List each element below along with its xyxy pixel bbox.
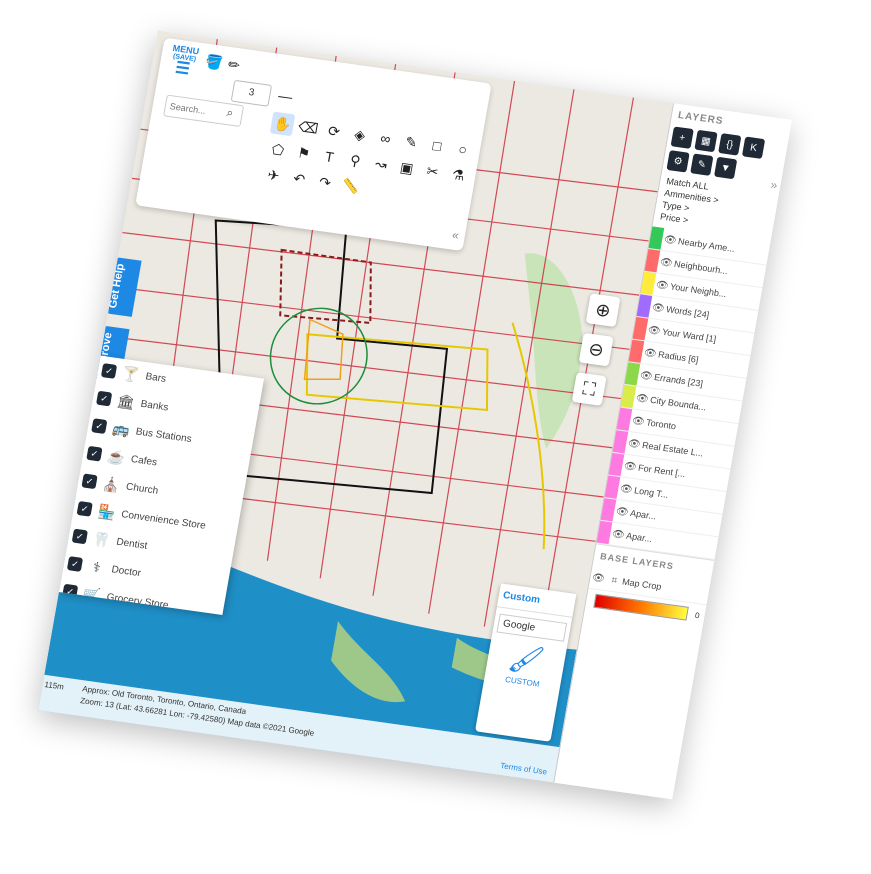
route-icon[interactable]: ↝ xyxy=(368,152,394,177)
zoom-in-icon[interactable]: ⊕ xyxy=(585,293,621,328)
scale-label: 115m xyxy=(43,679,65,692)
ruler-icon[interactable]: 📏 xyxy=(338,174,364,199)
amenity-label: Bars xyxy=(144,370,167,385)
checkbox-icon[interactable]: ✓ xyxy=(91,418,108,435)
text-icon[interactable]: T xyxy=(317,144,343,169)
pen-icon[interactable]: ✎ xyxy=(399,130,425,155)
amenity-label: Cafes xyxy=(130,453,158,468)
checkbox-icon[interactable]: ✓ xyxy=(81,473,98,490)
hand-icon[interactable]: ✋ xyxy=(269,111,296,137)
checkbox-icon[interactable]: ✓ xyxy=(71,528,88,545)
church-icon: ⛪ xyxy=(101,474,122,493)
refresh-icon[interactable]: ⟳ xyxy=(321,119,347,144)
checkbox-icon[interactable]: ✓ xyxy=(66,556,84,572)
marker-icon[interactable]: ⚲ xyxy=(343,148,369,173)
terms-link[interactable]: Terms of Use xyxy=(499,760,548,778)
amenity-label: Doctor xyxy=(110,563,142,579)
tooth-icon: 🦷 xyxy=(91,529,112,549)
gear-icon[interactable]: ⚙ xyxy=(666,150,690,173)
circle-icon[interactable]: ○ xyxy=(450,137,476,162)
polygon-icon[interactable]: ⬠ xyxy=(265,137,291,162)
square-icon[interactable]: □ xyxy=(424,133,450,158)
fill-icon[interactable]: ◈ xyxy=(347,122,373,147)
bus-icon: 🚌 xyxy=(111,419,132,438)
amenity-label: Banks xyxy=(139,398,170,413)
scissors-icon[interactable]: ✂ xyxy=(420,159,446,184)
checkbox-icon[interactable]: ✓ xyxy=(100,363,118,379)
zoom-text: Zoom: 13 xyxy=(79,696,115,710)
cafe-icon: ☕ xyxy=(106,447,127,466)
app-window: MENU (SAVE) ☰ 🪣 ✏ 3 ― ⌕ ✋ ⌫ ⟳ ◈ ∞ ✎ □ ○ … xyxy=(38,30,792,800)
tool-grid: ✋ ⌫ ⟳ ◈ ∞ ✎ □ ○ ⬠ ⚑ T ⚲ ↝ ▣ ✂ ⚗ ✈ ↶ ↷ 📏 xyxy=(261,111,482,214)
checkbox-icon[interactable]: ✓ xyxy=(95,390,113,407)
basemap-select[interactable]: Google xyxy=(496,613,568,642)
amenity-label: Bus Stations xyxy=(134,425,193,445)
bar-icon: 🍸 xyxy=(120,364,141,383)
line-style-select[interactable]: ― xyxy=(273,84,299,109)
undo-icon[interactable]: ↶ xyxy=(286,166,312,191)
eraser-icon[interactable]: ⌫ xyxy=(295,115,321,140)
zoom-out-icon[interactable]: ⊖ xyxy=(578,332,614,367)
doctor-icon: ⚕ xyxy=(91,558,102,575)
flag-icon[interactable]: ⚑ xyxy=(291,141,317,166)
checkbox-icon[interactable]: ✓ xyxy=(76,500,93,517)
toolbar-collapse-icon[interactable]: « xyxy=(451,228,460,243)
menu-button[interactable]: MENU (SAVE) ☰ xyxy=(164,42,203,79)
amenity-label: Dentist xyxy=(115,536,149,552)
add-folder-icon[interactable]: + xyxy=(670,126,694,149)
json-icon[interactable]: {} xyxy=(718,133,742,156)
image-icon[interactable]: ▣ xyxy=(394,155,420,180)
heatmap-value: 0 xyxy=(694,610,701,620)
link-icon[interactable]: ∞ xyxy=(373,126,399,151)
pencil-icon[interactable]: ✏ xyxy=(221,52,247,77)
amenity-label: Church xyxy=(125,481,160,497)
eyedropper-icon[interactable]: ⚗ xyxy=(446,162,472,187)
line-width-stepper[interactable]: 3 xyxy=(230,79,273,107)
amenity-label: Convenience Store xyxy=(120,508,207,532)
brush-icon[interactable]: ✎ xyxy=(690,153,714,176)
stage: MENU (SAVE) ☰ 🪣 ✏ 3 ― ⌕ ✋ ⌫ ⟳ ◈ ∞ ✎ □ ○ … xyxy=(0,0,871,874)
filter-icon[interactable]: ▼ xyxy=(713,156,738,180)
airplane-icon[interactable]: ✈ xyxy=(261,163,287,188)
fullscreen-icon[interactable]: ⛶ xyxy=(571,372,607,406)
table-icon[interactable]: ▦ xyxy=(694,129,718,153)
store-icon: 🏪 xyxy=(96,502,117,521)
bank-icon: 🏛 xyxy=(115,392,137,411)
redo-icon[interactable]: ↷ xyxy=(312,170,338,195)
kml-icon[interactable]: K xyxy=(741,136,766,159)
checkbox-icon[interactable]: ✓ xyxy=(86,445,103,462)
